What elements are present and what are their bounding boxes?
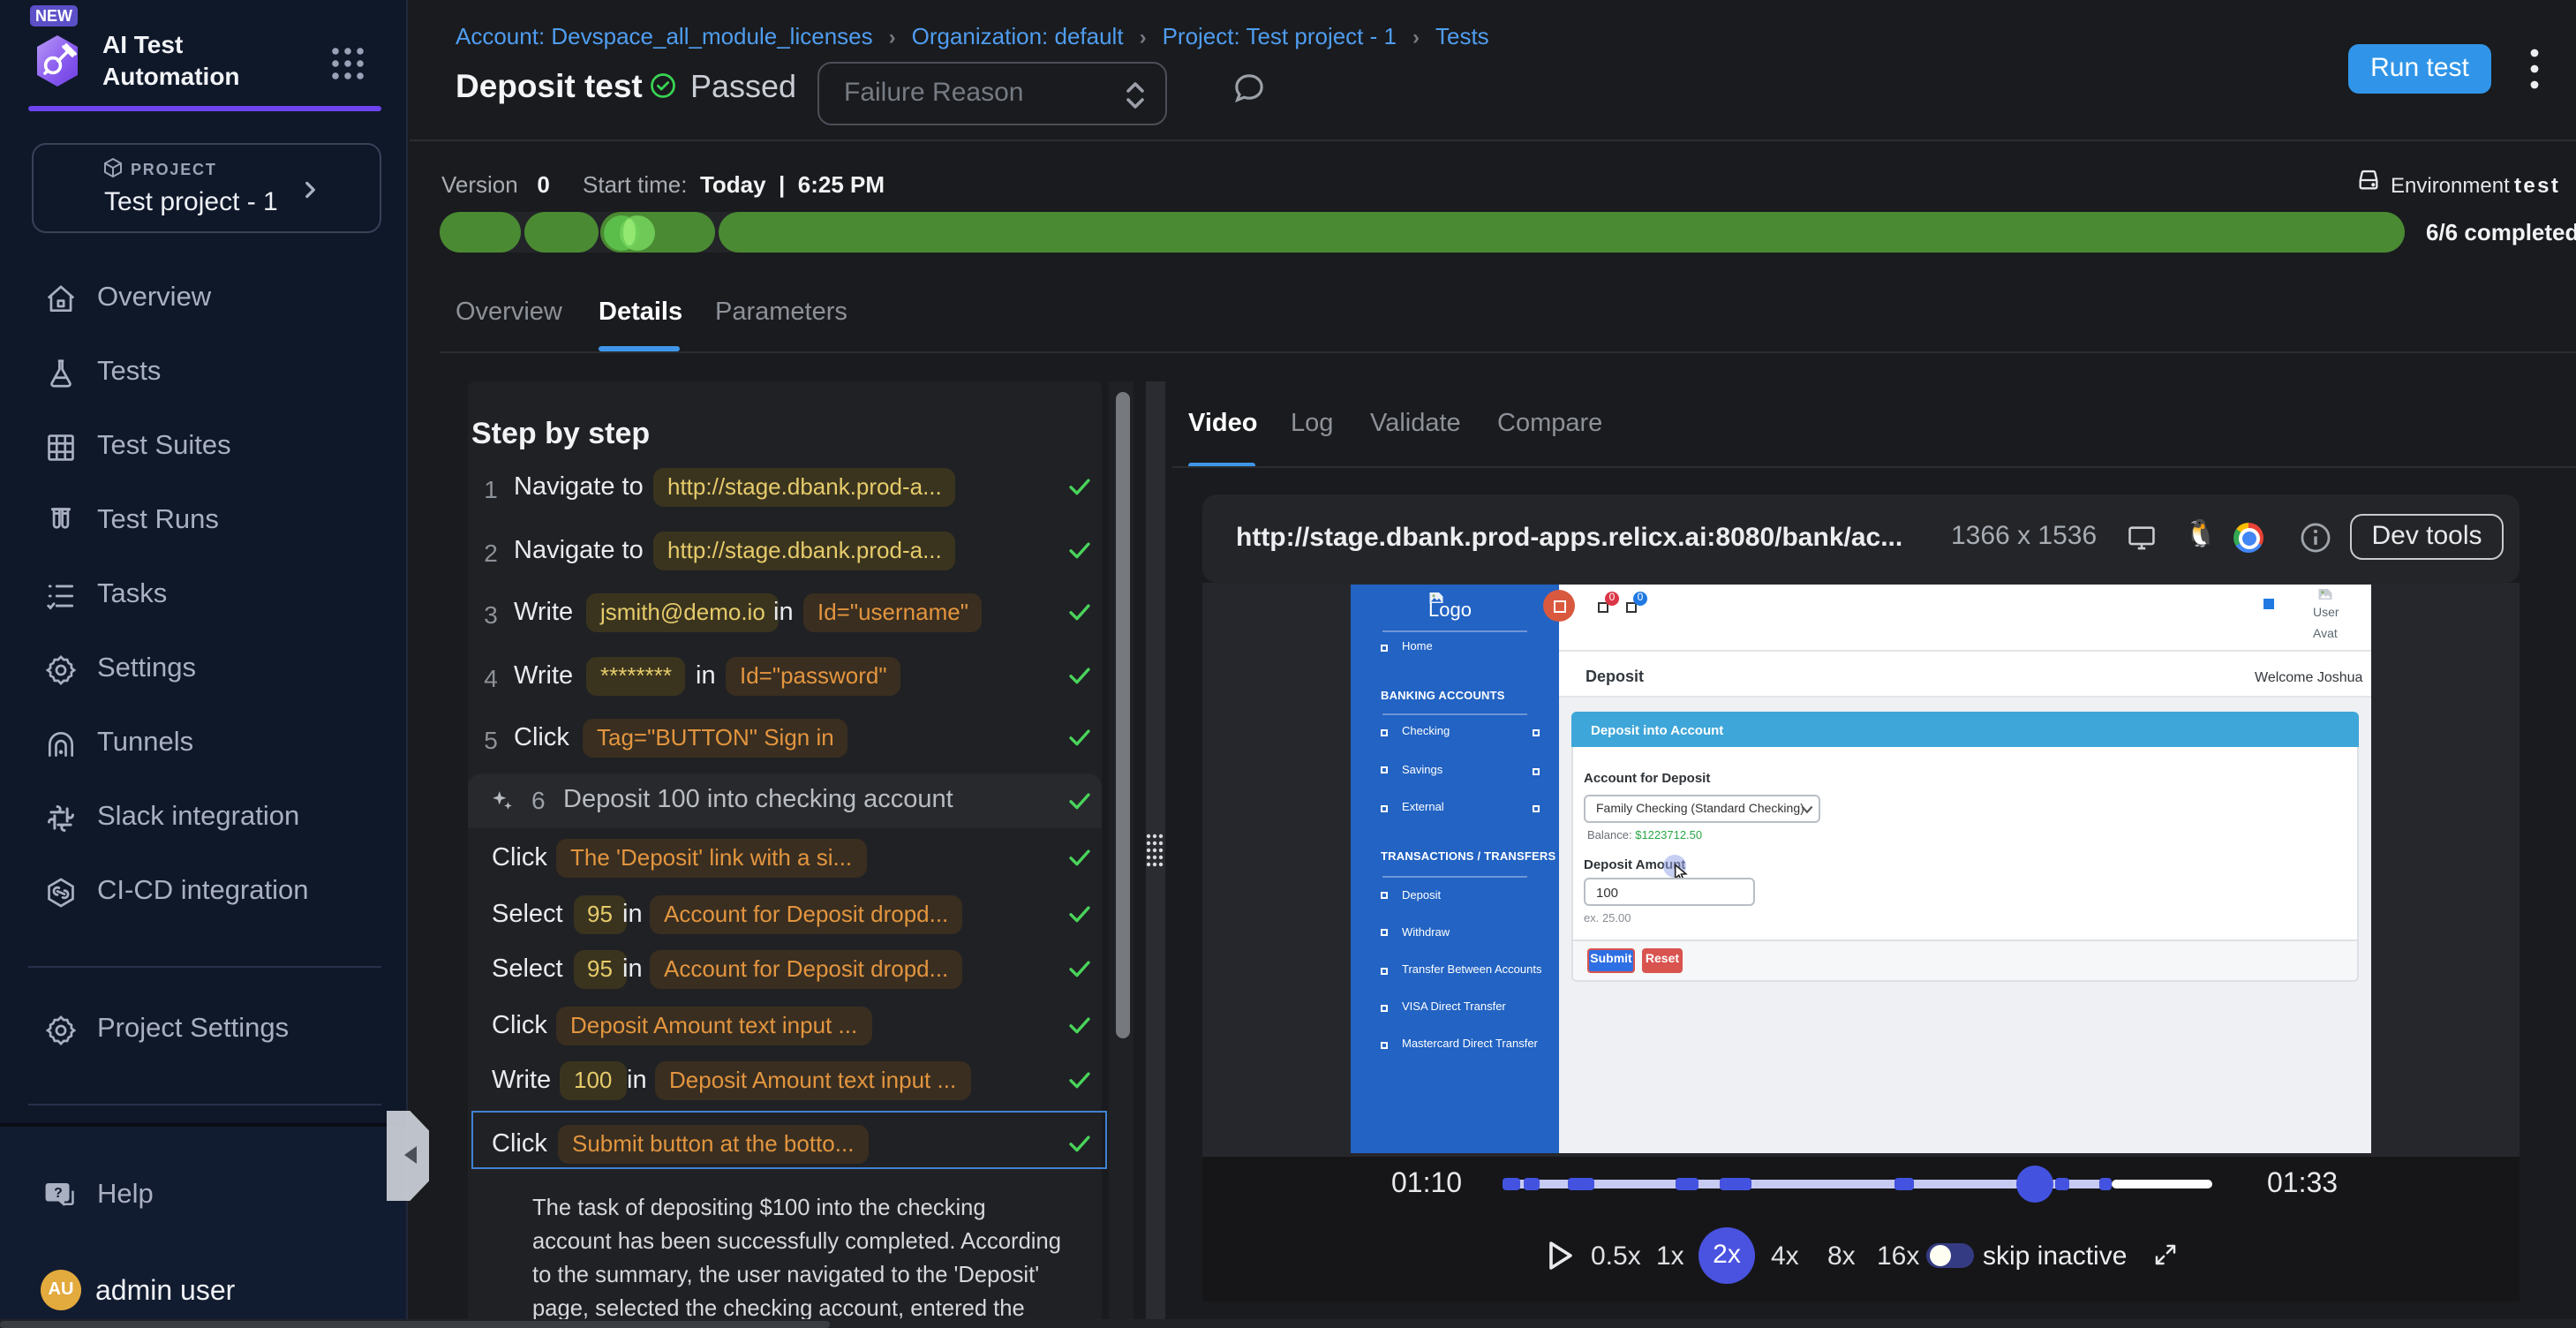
svg-text:?: ?	[54, 1185, 63, 1200]
